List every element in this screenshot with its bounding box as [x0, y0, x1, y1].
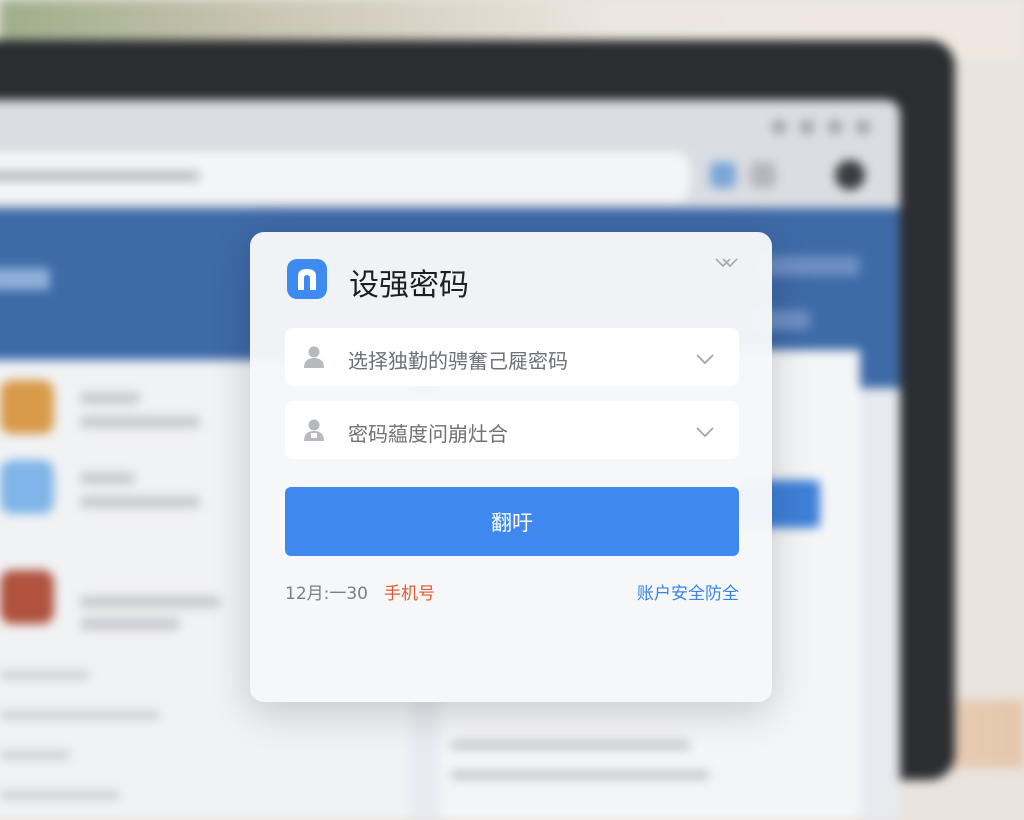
extension-icon	[750, 162, 776, 188]
collapse-icon[interactable]	[714, 256, 744, 276]
account-select-placeholder: 选择独勤的骋奮己屣密码	[348, 349, 568, 373]
account-security-link[interactable]: 账户安全防全	[637, 579, 739, 604]
set-password-dialog: 设强密码 选择独勤的骋奮己屣密码 密码藴度问崩灶合 翻吁 12月:一30 手机号…	[250, 232, 772, 702]
profile-icon	[835, 160, 865, 190]
dialog-title: 设强密码	[349, 268, 469, 303]
primary-button[interactable]: 翻吁	[285, 487, 739, 556]
window-controls	[772, 120, 870, 134]
footer-date-text: 12月:一30	[285, 584, 368, 604]
password-rule-select[interactable]: 密码藴度问崩灶合	[285, 401, 739, 459]
app-logo-icon	[287, 259, 327, 299]
phone-link[interactable]: 手机号	[384, 579, 435, 604]
extension-icon	[710, 162, 736, 188]
password-rule-placeholder: 密码藴度问崩灶合	[348, 422, 508, 446]
chevron-down-icon	[695, 423, 715, 442]
app-icon	[0, 460, 54, 514]
browser-chrome	[0, 100, 900, 208]
address-bar	[0, 152, 690, 202]
account-select[interactable]: 选择独勤的骋奮己屣密码	[285, 328, 739, 386]
app-icon	[0, 570, 54, 624]
chevron-down-icon	[695, 350, 715, 369]
app-icon	[0, 380, 54, 434]
user-icon	[303, 345, 325, 373]
lock-user-icon	[303, 418, 325, 446]
